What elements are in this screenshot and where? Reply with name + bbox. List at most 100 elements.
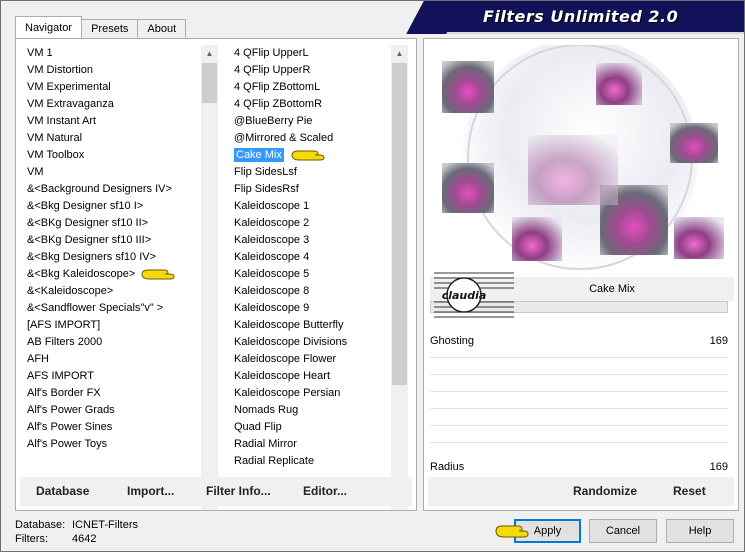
- import-button[interactable]: Import...: [127, 477, 174, 506]
- filter-item[interactable]: @BlueBerry Pie: [232, 113, 391, 130]
- filter-item[interactable]: Kaleidoscope 9: [232, 300, 391, 317]
- filter-item[interactable]: Kaleidoscope Flower: [232, 351, 391, 368]
- category-item[interactable]: VM Instant Art: [22, 113, 201, 130]
- category-item[interactable]: VM Experimental: [22, 79, 201, 96]
- category-label: AFH: [27, 353, 49, 365]
- filter-info-button[interactable]: Filter Info...: [206, 477, 271, 506]
- category-item[interactable]: Alf's Border FX: [22, 385, 201, 402]
- category-label: &<BKg Designer sf10 II>: [27, 217, 149, 229]
- filter-list[interactable]: 4 QFlip UpperL 4 QFlip UpperR 4 QFlip ZBot…: [232, 45, 408, 510]
- filter-label: Kaleidoscope 3: [234, 234, 310, 246]
- navigator-toolbar: Database Import... Filter Info... Editor…: [20, 477, 412, 506]
- category-item[interactable]: VM: [22, 164, 201, 181]
- reset-button[interactable]: Reset: [673, 477, 706, 506]
- category-item[interactable]: AFS IMPORT: [22, 368, 201, 385]
- filter-item[interactable]: 4 QFlip UpperR: [232, 62, 391, 79]
- filter-item[interactable]: @Mirrored & Scaled: [232, 130, 391, 147]
- radius-value: 169: [709, 461, 728, 473]
- category-item[interactable]: &<Kaleidoscope>: [22, 283, 201, 300]
- filter-item[interactable]: Kaleidoscope Divisions: [232, 334, 391, 351]
- category-item[interactable]: &<BKg Designer sf10 II>: [22, 215, 201, 232]
- tab-navigator[interactable]: Navigator: [15, 16, 83, 38]
- filters-status-label: Filters:: [15, 533, 48, 545]
- category-label: VM Natural: [27, 132, 83, 144]
- editor-button[interactable]: Editor...: [303, 477, 347, 506]
- filter-preview: [430, 45, 734, 277]
- filter-item[interactable]: Kaleidoscope 1: [232, 198, 391, 215]
- filter-item[interactable]: Kaleidoscope 8: [232, 283, 391, 300]
- category-item[interactable]: &<Sandflower Specials"v" >: [22, 300, 201, 317]
- tab-about[interactable]: About: [137, 19, 187, 38]
- filter-item[interactable]: Nomads Rug: [232, 402, 391, 419]
- filter-item[interactable]: Flip SidesRsf: [232, 181, 391, 198]
- category-item[interactable]: &<Background Designers IV>: [22, 181, 201, 198]
- filter-item[interactable]: Kaleidoscope 4: [232, 249, 391, 266]
- filter-item[interactable]: 4 QFlip ZBottomR: [232, 96, 391, 113]
- category-label: &<Background Designers IV>: [27, 183, 172, 195]
- category-label: Alf's Power Sines: [27, 421, 113, 433]
- filters-unlimited-window: Filters Unlimited 2.0 Navigator Presets …: [0, 0, 745, 552]
- category-label: &<BKg Designer sf10 III>: [27, 234, 152, 246]
- filter-item[interactable]: Kaleidoscope 5: [232, 266, 391, 283]
- filter-item[interactable]: Kaleidoscope Heart: [232, 368, 391, 385]
- ghosting-label: Ghosting: [430, 335, 475, 347]
- category-item[interactable]: [AFS IMPORT]: [22, 317, 201, 334]
- category-item[interactable]: &<Bkg Designers sf10 IV>: [22, 249, 201, 266]
- ghosting-slider[interactable]: Ghosting 169: [430, 335, 728, 349]
- category-item[interactable]: VM 1: [22, 45, 201, 62]
- category-item[interactable]: VM Natural: [22, 130, 201, 147]
- filter-item[interactable]: Kaleidoscope 2: [232, 215, 391, 232]
- filter-item[interactable]: Radial Mirror: [232, 436, 391, 453]
- category-item[interactable]: AFH: [22, 351, 201, 368]
- category-label: Alf's Border FX: [27, 387, 101, 399]
- filter-item[interactable]: Cake Mix: [232, 147, 391, 164]
- category-item[interactable]: AB Filters 2000: [22, 334, 201, 351]
- category-items: VM 1 VM Distortion VM Experimental VM Extra…: [22, 45, 201, 453]
- database-button[interactable]: Database: [36, 477, 89, 506]
- database-status-value: ICNET-Filters: [72, 519, 138, 531]
- claudia-logo: claudia: [434, 267, 514, 323]
- category-label: &<Bkg Designer sf10 I>: [27, 200, 144, 212]
- scroll-thumb[interactable]: [202, 63, 217, 103]
- filter-item[interactable]: Quad Flip: [232, 419, 391, 436]
- scroll-thumb[interactable]: [392, 63, 407, 385]
- category-label: VM Experimental: [27, 81, 111, 93]
- help-button[interactable]: Help: [666, 519, 734, 543]
- tab-presets[interactable]: Presets: [81, 19, 139, 38]
- scroll-up-icon[interactable]: ▲: [201, 45, 218, 62]
- radius-slider[interactable]: Radius 169: [430, 461, 728, 475]
- category-item[interactable]: Alf's Power Grads: [22, 402, 201, 419]
- filter-item[interactable]: Kaleidoscope 3: [232, 232, 391, 249]
- randomize-button[interactable]: Randomize: [573, 477, 637, 506]
- scroll-up-icon[interactable]: ▲: [391, 45, 408, 62]
- radius-label: Radius: [430, 461, 465, 473]
- app-title: Filters Unlimited 2.0: [483, 7, 679, 26]
- category-label: Alf's Power Toys: [27, 438, 108, 450]
- category-label: &<Bkg Designers sf10 IV>: [27, 251, 157, 263]
- filter-label: Kaleidoscope 1: [234, 200, 310, 212]
- category-label: VM: [27, 166, 44, 178]
- filter-item[interactable]: Kaleidoscope Butterfly: [232, 317, 391, 334]
- category-item[interactable]: &<Bkg Designer sf10 I>: [22, 198, 201, 215]
- filter-item[interactable]: Radial Replicate: [232, 453, 391, 470]
- filter-item[interactable]: Flip SidesLsf: [232, 164, 391, 181]
- cancel-button[interactable]: Cancel: [589, 519, 657, 543]
- filter-scrollbar[interactable]: ▲ ▼: [391, 45, 408, 510]
- filter-item[interactable]: Kaleidoscope Persian: [232, 385, 391, 402]
- category-item[interactable]: VM Extravaganza: [22, 96, 201, 113]
- filter-item[interactable]: 4 QFlip UpperL: [232, 45, 391, 62]
- category-item[interactable]: Alf's Power Sines: [22, 419, 201, 436]
- ghosting-value: 169: [709, 335, 728, 347]
- filter-label: Radial Replicate: [234, 455, 315, 467]
- pointing-hand-icon: [495, 525, 529, 538]
- category-item[interactable]: VM Toolbox: [22, 147, 201, 164]
- category-list[interactable]: VM 1 VM Distortion VM Experimental VM Extra…: [22, 45, 218, 510]
- category-label: VM Instant Art: [27, 115, 97, 127]
- category-item[interactable]: VM Distortion: [22, 62, 201, 79]
- filter-item[interactable]: 4 QFlip ZBottomL: [232, 79, 391, 96]
- filter-label: 4 QFlip ZBottomL: [234, 81, 321, 93]
- category-item[interactable]: &<BKg Designer sf10 III>: [22, 232, 201, 249]
- category-item[interactable]: Alf's Power Toys: [22, 436, 201, 453]
- category-scrollbar[interactable]: ▲ ▼: [201, 45, 218, 510]
- category-item[interactable]: &<Bkg Kaleidoscope>: [22, 266, 201, 283]
